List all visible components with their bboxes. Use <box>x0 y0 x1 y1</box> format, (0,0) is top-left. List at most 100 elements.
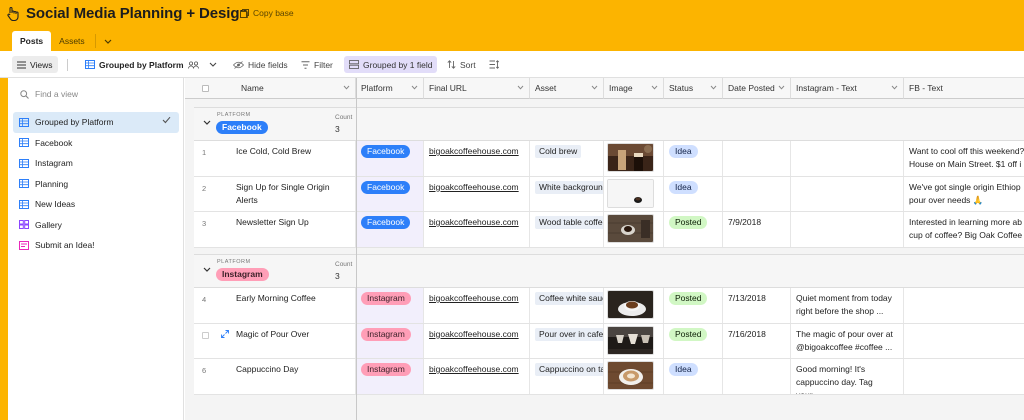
status-cell[interactable]: Idea <box>664 141 723 176</box>
name-cell[interactable]: Magic of Pour Over <box>231 323 356 358</box>
chevron-down-icon[interactable] <box>203 267 211 272</box>
copy-base-button[interactable]: Copy base <box>240 8 294 18</box>
column-header-asset[interactable]: Asset <box>530 78 604 99</box>
image-cell[interactable] <box>604 212 664 247</box>
fb-text-cell[interactable]: Want to cool off this weekend? House on … <box>904 141 1024 176</box>
asset-cell[interactable]: White background <box>530 176 604 211</box>
column-header-date-posted[interactable]: Date Posted <box>723 78 791 99</box>
expand-record-icon[interactable] <box>221 329 229 338</box>
table-row[interactable]: 3 Newsletter Sign Up Facebook bigoakcoff… <box>194 212 1024 248</box>
image-thumbnail[interactable] <box>607 143 654 172</box>
name-cell[interactable]: Cappuccino Day <box>231 359 356 394</box>
views-toggle-button[interactable]: Views <box>12 56 58 73</box>
row-checkbox[interactable] <box>202 331 209 339</box>
group-header-facebook[interactable]: PLATFORM Facebook Count 3 <box>194 107 1024 141</box>
table-row[interactable]: 1 Ice Cold, Cold Brew Facebook bigoakcof… <box>194 141 1024 177</box>
sidebar-item-grouped-by-platform[interactable]: Grouped by Platform <box>13 112 179 133</box>
chevron-down-icon[interactable] <box>891 85 898 90</box>
date-cell[interactable]: 7/9/2018 <box>723 212 791 247</box>
image-cell[interactable] <box>604 359 664 394</box>
chevron-down-icon[interactable] <box>591 85 598 90</box>
column-header-status[interactable]: Status <box>664 78 723 99</box>
table-row[interactable]: 4 Early Morning Coffee Instagram bigoakc… <box>194 288 1024 324</box>
sidebar-item-new-ideas[interactable]: New Ideas <box>13 194 179 215</box>
url-cell[interactable]: bigoakcoffeehouse.com <box>424 141 530 176</box>
view-search-input[interactable]: Find a view <box>35 89 78 99</box>
sidebar-item-facebook[interactable]: Facebook <box>13 133 179 154</box>
date-cell[interactable]: 7/16/2018 <box>723 323 791 358</box>
column-header-instagram-text[interactable]: Instagram - Text <box>791 78 904 99</box>
sidebar-item-planning[interactable]: Planning <box>13 174 179 195</box>
column-header-fb-text[interactable]: FB - Text <box>904 78 1024 99</box>
chevron-down-icon[interactable] <box>651 85 658 90</box>
instagram-text-cell[interactable]: Good morning! It's cappuccino day. Tag y… <box>791 359 904 394</box>
current-view-menu[interactable]: Grouped by Platform <box>80 56 222 73</box>
select-all-checkbox[interactable] <box>202 85 209 92</box>
platform-cell[interactable]: Facebook <box>356 212 424 247</box>
image-thumbnail[interactable] <box>607 214 654 243</box>
url-cell[interactable]: bigoakcoffeehouse.com <box>424 288 530 323</box>
instagram-text-cell[interactable]: The magic of pour over at @bigoakcoffee … <box>791 323 904 358</box>
asset-cell[interactable]: Coffee white saucer <box>530 288 604 323</box>
status-cell[interactable]: Posted <box>664 212 723 247</box>
chevron-down-icon[interactable] <box>343 85 350 90</box>
chevron-down-icon[interactable] <box>517 85 524 90</box>
image-cell[interactable] <box>604 323 664 358</box>
row-height-button[interactable] <box>484 56 504 73</box>
asset-cell[interactable]: Wood table coffee <box>530 212 604 247</box>
base-title[interactable]: Social Media Planning + Design <box>26 5 249 22</box>
tables-menu-button[interactable] <box>98 31 118 51</box>
fb-text-cell[interactable] <box>904 324 1024 359</box>
hide-fields-button[interactable]: Hide fields <box>228 56 293 73</box>
status-cell[interactable]: Posted <box>664 323 723 358</box>
date-cell[interactable] <box>723 359 791 394</box>
fb-text-cell[interactable]: Interested in learning more ab cup of co… <box>904 212 1024 247</box>
sidebar-item-instagram[interactable]: Instagram <box>13 153 179 174</box>
url-cell[interactable]: bigoakcoffeehouse.com <box>424 176 530 211</box>
chevron-down-icon[interactable] <box>778 85 785 90</box>
date-cell[interactable] <box>723 176 791 211</box>
status-cell[interactable]: Idea <box>664 176 723 211</box>
image-cell[interactable] <box>604 141 664 176</box>
asset-cell[interactable]: Pour over in cafe <box>530 323 604 358</box>
instagram-text-cell[interactable]: Quiet moment from today right before the… <box>791 288 904 323</box>
sidebar-item-submit-an-idea[interactable]: Submit an Idea! <box>13 235 179 256</box>
platform-cell[interactable]: Facebook <box>356 141 424 176</box>
name-cell[interactable]: Ice Cold, Cold Brew <box>231 141 356 176</box>
chevron-down-icon[interactable] <box>411 85 418 90</box>
platform-cell[interactable]: Instagram <box>356 359 424 394</box>
table-row[interactable]: 2 Sign Up for Single Origin Alerts Faceb… <box>194 176 1024 212</box>
group-header-instagram[interactable]: PLATFORM Instagram Count 3 <box>194 254 1024 288</box>
name-cell[interactable]: Sign Up for Single Origin Alerts <box>231 176 356 211</box>
platform-cell[interactable]: Instagram <box>356 323 424 358</box>
table-row[interactable]: 6 Cappuccino Day Instagram bigoakcoffeeh… <box>194 359 1024 395</box>
url-cell[interactable]: bigoakcoffeehouse.com <box>424 359 530 394</box>
date-cell[interactable]: 7/13/2018 <box>723 288 791 323</box>
tab-posts[interactable]: Posts <box>12 31 52 51</box>
name-cell[interactable]: Early Morning Coffee <box>231 288 356 323</box>
image-thumbnail[interactable] <box>607 361 654 390</box>
image-cell[interactable] <box>604 176 664 211</box>
chevron-down-icon[interactable] <box>710 85 717 90</box>
tab-assets[interactable]: Assets <box>51 31 93 51</box>
sidebar-item-gallery[interactable]: Gallery <box>13 215 179 236</box>
column-header-name[interactable]: Name <box>231 78 356 99</box>
view-search[interactable]: Find a view <box>20 89 78 99</box>
url-cell[interactable]: bigoakcoffeehouse.com <box>424 323 530 358</box>
status-cell[interactable]: Idea <box>664 359 723 394</box>
chevron-down-icon[interactable] <box>203 120 211 125</box>
platform-cell[interactable]: Facebook <box>356 176 424 211</box>
image-thumbnail[interactable] <box>607 178 654 208</box>
instagram-text-cell[interactable] <box>791 212 904 247</box>
fb-text-cell[interactable] <box>904 288 1024 323</box>
image-cell[interactable] <box>604 288 664 323</box>
group-button[interactable]: Grouped by 1 field <box>344 56 438 73</box>
asset-cell[interactable]: Cold brew <box>530 141 604 176</box>
fb-text-cell[interactable] <box>904 359 1024 394</box>
asset-cell[interactable]: Cappuccino on table <box>530 359 604 394</box>
frozen-column-divider[interactable] <box>356 78 357 420</box>
filter-button[interactable]: Filter <box>296 56 338 73</box>
column-header-image[interactable]: Image <box>604 78 664 99</box>
date-cell[interactable] <box>723 141 791 176</box>
url-cell[interactable]: bigoakcoffeehouse.com <box>424 212 530 247</box>
